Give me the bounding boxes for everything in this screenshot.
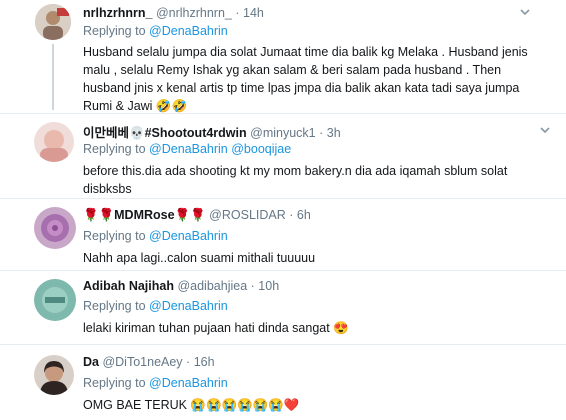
- avatar-image: [34, 122, 74, 162]
- chevron-down-icon[interactable]: [518, 6, 532, 20]
- display-name[interactable]: 🌹🌹MDMRose🌹🌹: [83, 208, 206, 222]
- user-handle[interactable]: @nrlhzrhnrn_: [156, 6, 232, 20]
- separator: ·: [186, 355, 191, 369]
- tweet-text: Nahh apa lagi..calon suami mithali tuuuu…: [83, 249, 553, 267]
- avatar-image: [34, 207, 76, 249]
- thread-line: [52, 44, 54, 110]
- mention-link[interactable]: @DenaBahrin: [149, 229, 228, 243]
- tweet-2[interactable]: 이만베베💀#Shootout4rdwin @minyuck1 · 3h Repl…: [0, 114, 566, 198]
- mention-link[interactable]: @DenaBahrin: [149, 299, 228, 313]
- user-handle[interactable]: @DiTo1neAey: [102, 355, 182, 369]
- separator: ·: [319, 126, 324, 140]
- avatar-image: [35, 4, 71, 40]
- replying-to-label: Replying to: [83, 24, 146, 38]
- tweet-3[interactable]: 🌹🌹MDMRose🌹🌹 @ROSLIDAR · 6h Replying to @…: [0, 199, 566, 265]
- tweet-text: lelaki kiriman tuhan pujaan hati dinda s…: [83, 319, 553, 337]
- avatar[interactable]: [34, 279, 76, 321]
- avatar[interactable]: [34, 207, 76, 249]
- avatar-image: [34, 279, 76, 321]
- tweet-1[interactable]: nrlhzrhnrn_ @nrlhzrhnrn_ · 14h Replying …: [0, 0, 566, 113]
- tweet-text: OMG BAE TERUK 😭😭😭😭😭😭❤️: [83, 396, 553, 414]
- user-handle[interactable]: @minyuck1: [250, 126, 316, 140]
- tweet-text-line: husband jnis x kenal artis tp time lpas …: [83, 81, 520, 95]
- replying-to-label: Replying to: [83, 299, 146, 313]
- mention-link[interactable]: @booqijae: [231, 142, 291, 156]
- mention-link[interactable]: @DenaBahrin: [149, 24, 228, 38]
- timestamp[interactable]: 3h: [327, 126, 341, 140]
- replying-to-label: Replying to: [83, 142, 146, 156]
- replying-to-label: Replying to: [83, 229, 146, 243]
- mention-link[interactable]: @DenaBahrin: [149, 142, 228, 156]
- tweet-4[interactable]: Adibah Najihah @adibahjiea · 10h Replyin…: [0, 271, 566, 341]
- tweet-text: Husband selalu jumpa dia solat Jumaat ti…: [83, 43, 553, 115]
- timestamp[interactable]: 16h: [194, 355, 215, 369]
- user-handle[interactable]: @ROSLIDAR: [209, 208, 286, 222]
- display-name[interactable]: Da: [83, 355, 99, 369]
- timestamp[interactable]: 10h: [258, 279, 279, 293]
- tweet-text-line: disbksbs: [83, 182, 132, 196]
- separator: ·: [289, 208, 294, 222]
- mention-link[interactable]: @DenaBahrin: [149, 376, 228, 390]
- replying-to-label: Replying to: [83, 376, 146, 390]
- tweet-text-line: Nahh apa lagi..calon suami mithali tuuuu…: [83, 251, 316, 265]
- tweet-text: before this.dia ada shooting kt my mom b…: [83, 162, 553, 198]
- avatar-image: [34, 355, 74, 395]
- display-name[interactable]: Adibah Najihah: [83, 279, 174, 293]
- separator: ·: [250, 279, 255, 293]
- tweet-text-line: lelaki kiriman tuhan pujaan hati dinda s…: [83, 321, 349, 335]
- user-handle[interactable]: @adibahjiea: [177, 279, 247, 293]
- tweet-text-line: Husband selalu jumpa dia solat Jumaat ti…: [83, 45, 528, 59]
- timestamp[interactable]: 14h: [243, 6, 264, 20]
- avatar[interactable]: [35, 4, 71, 40]
- display-name[interactable]: nrlhzrhnrn_: [83, 6, 152, 20]
- tweet-5[interactable]: Da @DiTo1neAey · 16h Replying to @DenaBa…: [0, 345, 566, 420]
- avatar[interactable]: [34, 355, 74, 395]
- separator: ·: [235, 6, 240, 20]
- timestamp[interactable]: 6h: [297, 208, 311, 222]
- tweet-text-line: malu , selalu Remy Ishak yg akan salam &…: [83, 63, 502, 77]
- chevron-down-icon[interactable]: [538, 124, 552, 138]
- display-name[interactable]: 이만베베💀#Shootout4rdwin: [83, 126, 247, 140]
- tweet-text-line: before this.dia ada shooting kt my mom b…: [83, 164, 508, 178]
- avatar[interactable]: [34, 122, 74, 162]
- tweet-text-line: OMG BAE TERUK 😭😭😭😭😭😭❤️: [83, 398, 300, 412]
